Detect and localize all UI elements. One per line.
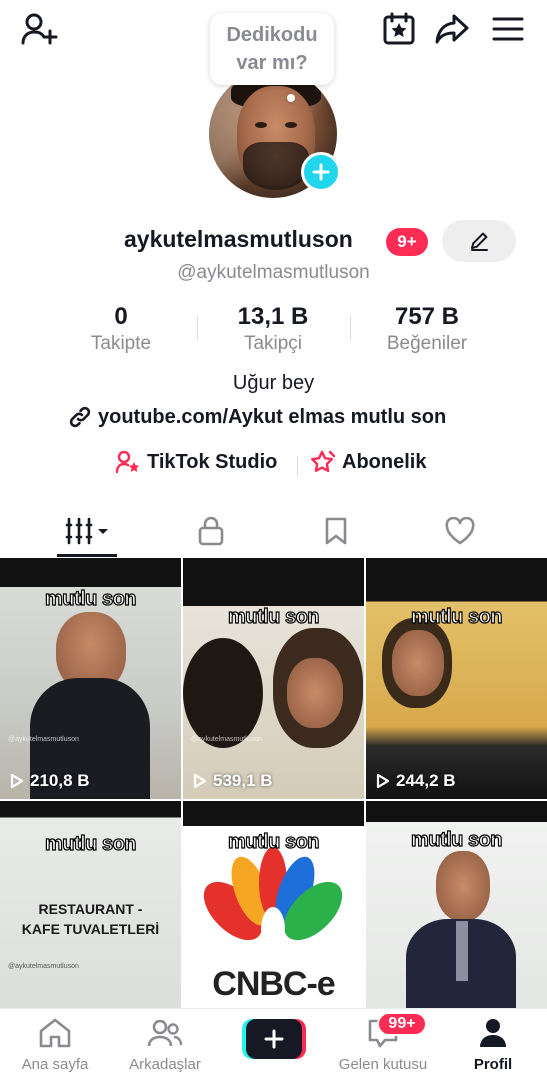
active-tab-indicator — [57, 554, 117, 557]
video-thumbnail[interactable]: mutlu son — [366, 801, 547, 1010]
profile-tabs — [0, 506, 547, 556]
bubble-tail — [287, 94, 295, 102]
nav-home-label: Ana sayfa — [21, 1056, 89, 1073]
play-icon — [10, 773, 24, 789]
tiktok-studio-button[interactable]: TikTok Studio — [115, 450, 277, 474]
creator-tools-row: TikTok Studio Abonelik — [0, 450, 547, 480]
nav-profile[interactable]: Profil — [438, 1017, 547, 1073]
lock-icon — [198, 516, 224, 546]
stat-following[interactable]: 0 Takipte — [51, 302, 191, 356]
stat-followers-value: 13,1 B — [237, 303, 309, 330]
bookmark-icon — [325, 517, 347, 545]
video-thumbnail[interactable]: CNBC-e mutlu son — [183, 801, 364, 1010]
video-watermark: @aykutelmasmutluson — [8, 963, 79, 970]
profile-username: aykutelmasmutluson — [124, 226, 353, 252]
profile-bio: Uğur bey — [232, 372, 315, 394]
share-arrow-icon[interactable] — [432, 10, 472, 48]
tiktok-studio-label: TikTok Studio — [147, 450, 278, 473]
speech-bubble-text: Dedikodu var mı? — [226, 24, 318, 74]
video-caption: mutlu son — [227, 830, 320, 853]
friends-icon — [147, 1019, 183, 1047]
profile-link[interactable]: youtube.com/Aykut elmas mutlu son — [68, 402, 446, 432]
subscription-button[interactable]: Abonelik — [310, 450, 426, 474]
stat-following-value: 0 — [114, 303, 128, 330]
video-caption: mutlu son — [44, 587, 137, 610]
create-button[interactable] — [242, 1019, 306, 1059]
tools-divider — [297, 456, 298, 476]
video-grid: mutlu son @aykutelmasmutluson 210,8 B mu… — [0, 558, 547, 1010]
video-thumbnail[interactable]: mutlu son 244,2 B — [366, 558, 547, 799]
profile-avatar[interactable] — [209, 70, 341, 200]
video-overlay-text: RESTAURANT - KAFE TUVALETLERİ — [21, 901, 160, 937]
edit-profile-button[interactable] — [442, 220, 516, 262]
nav-friends-label: Arkadaşlar — [129, 1056, 201, 1073]
play-icon — [193, 773, 207, 789]
stat-likes-value: 757 B — [394, 303, 460, 330]
notification-badge[interactable]: 9+ — [386, 228, 428, 256]
pencil-icon — [471, 232, 488, 251]
video-caption: mutlu son — [44, 832, 137, 855]
video-views-count: 244,2 B — [396, 771, 456, 790]
video-views: 210,8 B — [10, 771, 90, 791]
tab-videos[interactable] — [20, 506, 156, 556]
profile-handle: @aykutelmasmutluson — [177, 262, 370, 283]
video-views-count: 210,8 B — [30, 771, 90, 790]
calendar-star-icon[interactable] — [380, 10, 418, 48]
video-thumbnail[interactable]: mutlu son RESTAURANT - KAFE TUVALETLERİ … — [0, 801, 181, 1010]
video-views: 539,1 B — [193, 771, 273, 791]
person-star-icon — [115, 450, 140, 474]
cnbc-logo-text: CNBC-e — [212, 965, 335, 1003]
peacock-logo-icon — [203, 847, 343, 951]
stat-divider — [197, 316, 198, 340]
videos-grid-icon — [65, 517, 108, 545]
person-plus-icon[interactable] — [18, 10, 60, 48]
video-caption: mutlu son — [410, 605, 503, 628]
stat-following-label: Takipte — [90, 333, 152, 354]
video-watermark: @aykutelmasmutluson — [8, 736, 79, 743]
tab-liked[interactable] — [392, 506, 528, 556]
video-views-count: 539,1 B — [213, 771, 273, 790]
stat-likes[interactable]: 757 B Beğeniler — [357, 302, 497, 356]
video-views: 244,2 B — [376, 771, 456, 791]
nav-inbox-label: Gelen kutusu — [338, 1056, 428, 1073]
plus-icon — [264, 1029, 284, 1049]
inbox-badge: 99+ — [377, 1012, 427, 1036]
stat-followers-label: Takipçi — [243, 333, 303, 354]
nav-home[interactable]: Ana sayfa — [0, 1017, 110, 1073]
home-icon — [39, 1018, 71, 1048]
stat-followers[interactable]: 13,1 B Takipçi — [203, 302, 343, 356]
video-watermark: @aykutelmasmutluson — [191, 736, 262, 743]
subscription-star-icon — [311, 450, 336, 472]
video-thumbnail[interactable]: mutlu son @aykutelmasmutluson 210,8 B — [0, 558, 181, 799]
video-caption: mutlu son — [410, 828, 503, 851]
profile-person-icon — [480, 1019, 506, 1047]
video-thumbnail[interactable]: mutlu son @aykutelmasmutluson 539,1 B — [183, 558, 364, 799]
add-story-plus-icon[interactable] — [301, 152, 341, 192]
nav-friends[interactable]: Arkadaşlar — [110, 1017, 220, 1073]
stat-divider — [350, 316, 351, 340]
stat-likes-label: Beğeniler — [386, 333, 468, 354]
heart-icon — [445, 517, 475, 545]
bottom-navigation: Ana sayfa Arkadaşlar Gelen kutusu Profil — [0, 1008, 547, 1080]
subscription-label: Abonelik — [342, 450, 427, 473]
status-speech-bubble[interactable]: Dedikodu var mı? — [210, 13, 334, 85]
tab-private[interactable] — [143, 506, 279, 556]
hamburger-menu-icon[interactable] — [488, 12, 528, 46]
link-icon — [69, 406, 91, 428]
video-caption: mutlu son — [227, 605, 320, 628]
play-icon — [376, 773, 390, 789]
tab-saved[interactable] — [268, 506, 404, 556]
profile-link-text: youtube.com/Aykut elmas mutlu son — [98, 405, 447, 428]
nav-profile-label: Profil — [473, 1056, 513, 1073]
